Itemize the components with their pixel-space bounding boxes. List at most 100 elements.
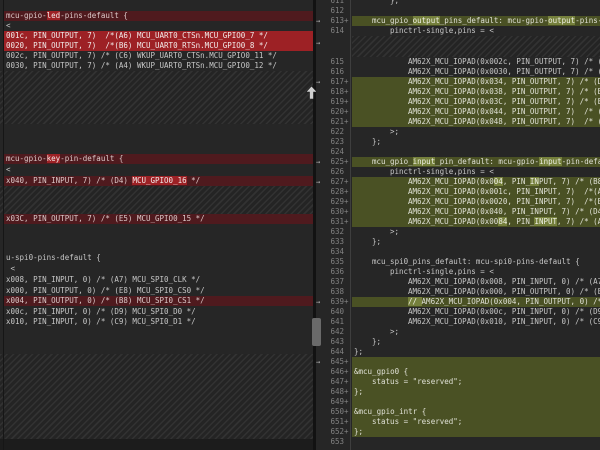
code-text: IN (530, 177, 539, 186)
line-number-text: 637 (330, 277, 344, 286)
line-number-text: 650 (330, 407, 344, 416)
new-code-line: AM62X_MCU_IOPAD(0x010, PIN_INPUT, 0) /* … (352, 317, 600, 327)
line-number-text: 639 (330, 297, 344, 306)
code-text: x010, PIN_INPUT, 0) /* (C9) MCU_SPI0_D1 … (6, 317, 196, 326)
line-number-text: 647 (330, 377, 344, 386)
scrollbar-thumb[interactable] (312, 318, 321, 346)
code-text: AM62X_MCU_IOPAD(0x010, PIN_INPUT, 0) /* … (408, 317, 600, 326)
added-code-line: AM62X_MCU_IOPAD(0x038, PIN_OUTPUT, 7) /*… (352, 87, 600, 97)
line-number-text: 624 (330, 147, 344, 156)
code-text: AM62X_MCU_IOPAD(0x00 (408, 217, 498, 226)
added-code-line: }; (352, 387, 600, 397)
code-text: mcu-gpio- (6, 154, 47, 163)
old-code-line: 002c, PIN_OUTPUT, 7) /* (C6) WKUP_UART0_… (4, 51, 313, 61)
added-code-line: &mcu_gpio_intr { (352, 407, 600, 417)
line-number-text: 653 (330, 437, 344, 446)
line-number-text: 620 (330, 107, 344, 116)
code-text: _pin_default: mcu-gpio- (435, 157, 539, 166)
old-code-line: u-spi0-pins-default { (4, 253, 313, 263)
line-number-text: 641 (330, 317, 344, 326)
code-text: , PIN_ (503, 177, 530, 186)
new-code-line: pinctrl-single,pins = < (352, 267, 600, 277)
code-text: status = "reserved"; (372, 377, 462, 386)
code-text: pinctrl-single,pins = < (390, 167, 494, 176)
code-text: < (6, 264, 15, 273)
up-arrow-icon[interactable] (306, 86, 317, 102)
code-text: key (47, 154, 61, 163)
line-number-text: 636 (330, 267, 344, 276)
code-text: < (6, 21, 11, 30)
line-number: 653 (314, 437, 344, 447)
code-text: x000, PIN_OUTPUT, 0) /* (E8) MCU_SPI0_CS… (6, 286, 205, 295)
code-text: mcu_gpio_ (372, 16, 413, 25)
diff-nav-arrow-icon[interactable]: → (316, 77, 325, 87)
line-number: 636 (314, 267, 344, 277)
line-number: 624 (314, 147, 344, 157)
new-code-line: AM62X_MCU_IOPAD(0x008, PIN_INPUT, 0) /* … (352, 277, 600, 287)
diff-nav-arrow-icon[interactable]: → (316, 177, 325, 187)
line-number: 629+ (314, 197, 344, 207)
line-number-text: 616 (330, 67, 344, 76)
line-number: 616 (314, 67, 344, 77)
line-number-text: 613 (330, 16, 344, 25)
added-line-plus: + (344, 407, 349, 417)
code-text: output (413, 16, 440, 25)
code-text: _pins_default: mcu-gpio- (440, 16, 548, 25)
collapsed-region (0, 354, 313, 439)
added-code-line: }; (352, 427, 600, 437)
code-text: }; (372, 137, 381, 146)
code-text: AM62X_MCU_IOPAD(0x0030, PIN_OUTPUT, 7) /… (408, 67, 600, 76)
collapsed-region (0, 186, 313, 214)
added-line-plus: + (344, 417, 349, 427)
code-text: AM62X_MCU_IOPAD(0x048, PIN_OUTPUT, 7) /*… (408, 117, 600, 126)
code-text: &mcu_gpio0 { (354, 367, 408, 376)
added-code-line: AM62X_MCU_IOPAD(0x0084, PIN_INPUT, 7) /*… (352, 217, 600, 227)
diff-nav-arrow-icon[interactable]: → (316, 16, 325, 26)
line-number-text: 643 (330, 337, 344, 346)
code-text: 002c, PIN_OUTPUT, 7) /* (C6) WKUP_UART0_… (6, 51, 277, 60)
added-line-plus: + (344, 357, 349, 367)
added-line-plus: + (344, 207, 349, 217)
line-number: 640 (314, 307, 344, 317)
code-text: AM62X_MCU_IOPAD(0x001c, PIN_INPUT, 7) /*… (408, 187, 600, 196)
new-code-line: AM62X_MCU_IOPAD(0x002c, PIN_OUTPUT, 7) /… (352, 57, 600, 67)
diff-nav-arrow-icon[interactable]: → (316, 357, 325, 367)
code-text: 001c, PIN_OUTPUT, 7) /*(A6) MCU_UART0_CT… (6, 31, 268, 40)
code-text: // (408, 297, 422, 306)
line-number: 650+ (314, 407, 344, 417)
line-number: 614 (314, 26, 344, 36)
new-code-line (352, 6, 600, 16)
added-code-line: AM62X_MCU_IOPAD(0x03C, PIN_OUTPUT, 7) /*… (352, 97, 600, 107)
new-code-line: AM62X_MCU_IOPAD(0x00c, PIN_INPUT, 0) /* … (352, 307, 600, 317)
code-text: 0020, PIN_OUTPUT, 7) /*(B6) MCU_UART0_RT… (6, 41, 268, 50)
old-code-line: x00c, PIN_INPUT, 0) /* (D9) MCU_SPI0_D0 … (4, 307, 313, 317)
diff-nav-arrow-icon[interactable]: → (316, 297, 325, 307)
new-code-line (352, 147, 600, 157)
line-number-text: 612 (330, 6, 344, 15)
added-code-line: AM62X_MCU_IOPAD(0x004, PIN_INPUT, 7) /* … (352, 177, 600, 187)
new-code-line (352, 247, 600, 257)
new-code-line: >; (352, 327, 600, 337)
line-number: 638 (314, 287, 344, 297)
diff-nav-arrow-icon[interactable]: → (316, 38, 325, 48)
added-line-plus: + (344, 87, 349, 97)
code-text: -pins-default { (575, 16, 600, 25)
line-number: 623 (314, 137, 344, 147)
code-text: }; (372, 337, 381, 346)
code-text: AM62X_MCU_IOPAD(0x038, PIN_OUTPUT, 7) /*… (408, 87, 600, 96)
added-code-line (352, 397, 600, 407)
old-code-line: mcu-gpio-key-pin-default { (4, 154, 313, 164)
line-number: 644 (314, 347, 344, 357)
diff-nav-arrow-icon[interactable]: → (316, 157, 325, 167)
line-number-text: 632 (330, 227, 344, 236)
code-text: pinctrl-single,pins = < (390, 267, 494, 276)
added-code-line: AM62X_MCU_IOPAD(0x040, PIN_INPUT, 7) /* … (352, 207, 600, 217)
line-number-text: 625 (330, 157, 344, 166)
line-number: 632 (314, 227, 344, 237)
code-text: AM62X_MCU_IOPAD(0x004, PIN_OUTPUT, 0) /* (422, 297, 600, 306)
line-number: 621+ (314, 117, 344, 127)
old-code-line: 001c, PIN_OUTPUT, 7) /*(A6) MCU_UART0_CT… (4, 31, 313, 41)
code-text: }; (354, 387, 363, 396)
line-number: 631+ (314, 217, 344, 227)
added-line-plus: + (344, 77, 349, 87)
